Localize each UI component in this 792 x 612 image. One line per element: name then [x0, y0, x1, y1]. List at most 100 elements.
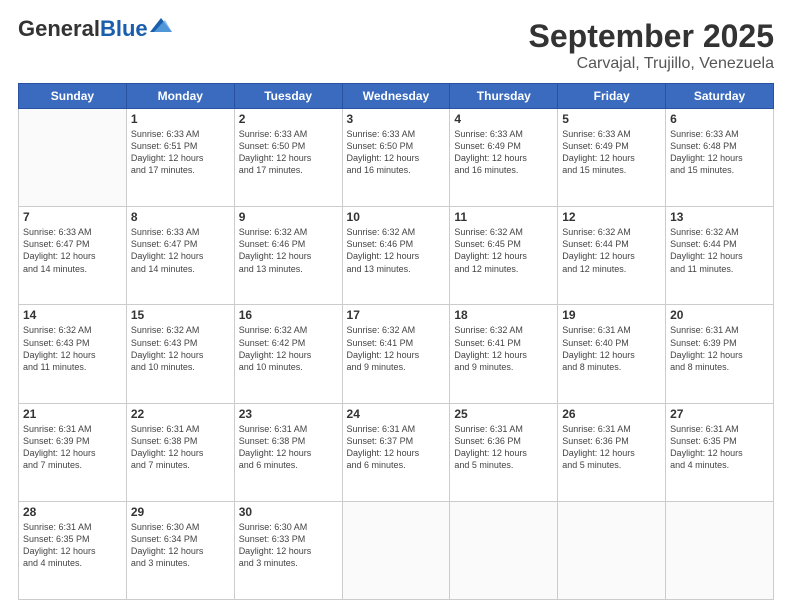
table-row: 12 Sunrise: 6:32 AM Sunset: 6:44 PM Dayli…: [558, 207, 666, 305]
col-saturday: Saturday: [666, 84, 774, 109]
day-info: Sunrise: 6:32 AM Sunset: 6:44 PM Dayligh…: [670, 226, 769, 275]
page-subtitle: Carvajal, Trujillo, Venezuela: [529, 55, 774, 73]
day-info: Sunrise: 6:31 AM Sunset: 6:37 PM Dayligh…: [347, 423, 446, 472]
day-info: Sunrise: 6:33 AM Sunset: 6:49 PM Dayligh…: [454, 128, 553, 177]
table-row: 30Sunrise: 6:30 AM Sunset: 6:33 PM Dayli…: [234, 501, 342, 599]
table-row: 11 Sunrise: 6:32 AM Sunset: 6:45 PM Dayli…: [450, 207, 558, 305]
table-row: 22 Sunrise: 6:31 AM Sunset: 6:38 PM Dayli…: [126, 403, 234, 501]
day-info: Sunrise: 6:32 AM Sunset: 6:45 PM Dayligh…: [454, 226, 553, 275]
table-row: 27 Sunrise: 6:31 AM Sunset: 6:35 PM Dayli…: [666, 403, 774, 501]
table-row: 24 Sunrise: 6:31 AM Sunset: 6:37 PM Dayli…: [342, 403, 450, 501]
table-row: 15 Sunrise: 6:32 AM Sunset: 6:43 PM Dayli…: [126, 305, 234, 403]
day-info: Sunrise: 6:33 AM Sunset: 6:48 PM Dayligh…: [670, 128, 769, 177]
calendar-week-row: 7 Sunrise: 6:33 AM Sunset: 6:47 PM Daylig…: [19, 207, 774, 305]
table-row: 5Sunrise: 6:33 AM Sunset: 6:49 PM Daylig…: [558, 109, 666, 207]
logo-icon: [150, 18, 172, 32]
table-row: 25 Sunrise: 6:31 AM Sunset: 6:36 PM Dayli…: [450, 403, 558, 501]
day-number: 1: [131, 112, 230, 126]
day-number: 15: [131, 308, 230, 322]
day-info: Sunrise: 6:31 AM Sunset: 6:39 PM Dayligh…: [23, 423, 122, 472]
table-row: 19 Sunrise: 6:31 AM Sunset: 6:40 PM Dayli…: [558, 305, 666, 403]
day-info: Sunrise: 6:32 AM Sunset: 6:46 PM Dayligh…: [347, 226, 446, 275]
col-thursday: Thursday: [450, 84, 558, 109]
day-info: Sunrise: 6:31 AM Sunset: 6:35 PM Dayligh…: [670, 423, 769, 472]
day-number: 17: [347, 308, 446, 322]
day-info: Sunrise: 6:33 AM Sunset: 6:47 PM Dayligh…: [131, 226, 230, 275]
page: GeneralBlue September 2025 Carvajal, Tru…: [0, 0, 792, 612]
table-row: [666, 501, 774, 599]
day-info: Sunrise: 6:31 AM Sunset: 6:40 PM Dayligh…: [562, 324, 661, 373]
day-number: 13: [670, 210, 769, 224]
day-number: 7: [23, 210, 122, 224]
calendar-week-row: 28 Sunrise: 6:31 AM Sunset: 6:35 PM Dayli…: [19, 501, 774, 599]
table-row: [19, 109, 127, 207]
day-number: 12: [562, 210, 661, 224]
table-row: 18 Sunrise: 6:32 AM Sunset: 6:41 PM Dayli…: [450, 305, 558, 403]
table-row: 6 Sunrise: 6:33 AM Sunset: 6:48 PM Daylig…: [666, 109, 774, 207]
day-info: Sunrise: 6:31 AM Sunset: 6:36 PM Dayligh…: [454, 423, 553, 472]
day-number: 22: [131, 407, 230, 421]
table-row: 9 Sunrise: 6:32 AM Sunset: 6:46 PM Daylig…: [234, 207, 342, 305]
day-number: 20: [670, 308, 769, 322]
day-number: 4: [454, 112, 553, 126]
page-title: September 2025: [529, 18, 774, 55]
table-row: 29 Sunrise: 6:30 AM Sunset: 6:34 PM Dayli…: [126, 501, 234, 599]
table-row: 23 Sunrise: 6:31 AM Sunset: 6:38 PM Dayli…: [234, 403, 342, 501]
table-row: [342, 501, 450, 599]
col-wednesday: Wednesday: [342, 84, 450, 109]
day-info: Sunrise: 6:32 AM Sunset: 6:44 PM Dayligh…: [562, 226, 661, 275]
day-number: 21: [23, 407, 122, 421]
day-number: 11: [454, 210, 553, 224]
day-info: Sunrise: 6:33 AM Sunset: 6:49 PM Dayligh…: [562, 128, 661, 177]
logo: GeneralBlue: [18, 18, 172, 40]
col-tuesday: Tuesday: [234, 84, 342, 109]
day-info: Sunrise: 6:31 AM Sunset: 6:35 PM Dayligh…: [23, 521, 122, 570]
day-number: 23: [239, 407, 338, 421]
day-number: 29: [131, 505, 230, 519]
table-row: 8Sunrise: 6:33 AM Sunset: 6:47 PM Daylig…: [126, 207, 234, 305]
day-info: Sunrise: 6:32 AM Sunset: 6:43 PM Dayligh…: [131, 324, 230, 373]
day-info: Sunrise: 6:32 AM Sunset: 6:46 PM Dayligh…: [239, 226, 338, 275]
day-number: 27: [670, 407, 769, 421]
day-number: 24: [347, 407, 446, 421]
day-info: Sunrise: 6:32 AM Sunset: 6:41 PM Dayligh…: [347, 324, 446, 373]
calendar-week-row: 21 Sunrise: 6:31 AM Sunset: 6:39 PM Dayli…: [19, 403, 774, 501]
table-row: 28 Sunrise: 6:31 AM Sunset: 6:35 PM Dayli…: [19, 501, 127, 599]
day-number: 18: [454, 308, 553, 322]
table-row: [450, 501, 558, 599]
day-info: Sunrise: 6:32 AM Sunset: 6:43 PM Dayligh…: [23, 324, 122, 373]
table-row: 21 Sunrise: 6:31 AM Sunset: 6:39 PM Dayli…: [19, 403, 127, 501]
calendar-week-row: 1 Sunrise: 6:33 AM Sunset: 6:51 PM Daylig…: [19, 109, 774, 207]
day-number: 6: [670, 112, 769, 126]
day-number: 19: [562, 308, 661, 322]
title-block: September 2025 Carvajal, Trujillo, Venez…: [529, 18, 774, 73]
table-row: 2 Sunrise: 6:33 AM Sunset: 6:50 PM Daylig…: [234, 109, 342, 207]
day-info: Sunrise: 6:33 AM Sunset: 6:51 PM Dayligh…: [131, 128, 230, 177]
day-info: Sunrise: 6:31 AM Sunset: 6:38 PM Dayligh…: [131, 423, 230, 472]
day-info: Sunrise: 6:30 AM Sunset: 6:34 PM Dayligh…: [131, 521, 230, 570]
table-row: 4 Sunrise: 6:33 AM Sunset: 6:49 PM Daylig…: [450, 109, 558, 207]
day-info: Sunrise: 6:32 AM Sunset: 6:42 PM Dayligh…: [239, 324, 338, 373]
table-row: 14Sunrise: 6:32 AM Sunset: 6:43 PM Dayli…: [19, 305, 127, 403]
table-row: 7Sunrise: 6:33 AM Sunset: 6:47 PM Daylig…: [19, 207, 127, 305]
table-row: 16 Sunrise: 6:32 AM Sunset: 6:42 PM Dayli…: [234, 305, 342, 403]
day-number: 3: [347, 112, 446, 126]
day-number: 26: [562, 407, 661, 421]
day-info: Sunrise: 6:33 AM Sunset: 6:50 PM Dayligh…: [239, 128, 338, 177]
header: GeneralBlue September 2025 Carvajal, Tru…: [18, 18, 774, 73]
day-number: 28: [23, 505, 122, 519]
day-number: 30: [239, 505, 338, 519]
day-info: Sunrise: 6:31 AM Sunset: 6:36 PM Dayligh…: [562, 423, 661, 472]
day-number: 25: [454, 407, 553, 421]
day-number: 9: [239, 210, 338, 224]
col-sunday: Sunday: [19, 84, 127, 109]
day-number: 16: [239, 308, 338, 322]
day-number: 2: [239, 112, 338, 126]
table-row: 13 Sunrise: 6:32 AM Sunset: 6:44 PM Dayli…: [666, 207, 774, 305]
logo-text: GeneralBlue: [18, 18, 148, 40]
day-info: Sunrise: 6:31 AM Sunset: 6:38 PM Dayligh…: [239, 423, 338, 472]
day-info: Sunrise: 6:31 AM Sunset: 6:39 PM Dayligh…: [670, 324, 769, 373]
table-row: 3Sunrise: 6:33 AM Sunset: 6:50 PM Daylig…: [342, 109, 450, 207]
table-row: 17 Sunrise: 6:32 AM Sunset: 6:41 PM Dayli…: [342, 305, 450, 403]
day-info: Sunrise: 6:32 AM Sunset: 6:41 PM Dayligh…: [454, 324, 553, 373]
